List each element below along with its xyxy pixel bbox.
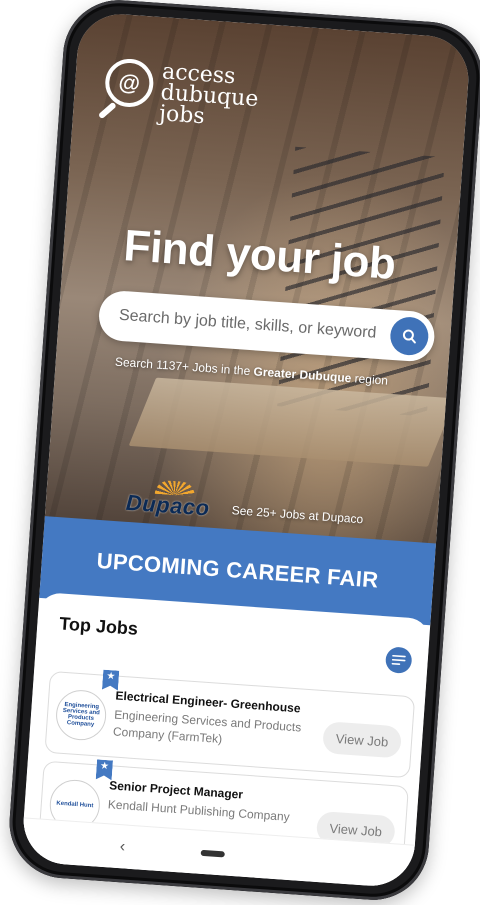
search-icon <box>402 329 416 344</box>
back-button[interactable]: ‹ <box>119 838 126 856</box>
nav-spacer <box>300 859 316 860</box>
filter-button[interactable] <box>384 646 413 675</box>
home-button[interactable] <box>200 849 225 857</box>
view-job-button[interactable]: View Job <box>322 721 403 759</box>
featured-star-icon: ★ <box>102 670 119 691</box>
phone-screen: @ access dubuque jobs Find your job Sear… <box>20 11 472 889</box>
featured-star-icon: ★ <box>96 759 113 780</box>
logo-mark-glyph: @ <box>117 69 141 96</box>
magnifier-at-icon: @ <box>97 57 155 120</box>
company-logo: Engineering Services and Products Compan… <box>54 688 108 742</box>
phone-frame: @ access dubuque jobs Find your job Sear… <box>5 0 480 904</box>
logo-wordmark: access dubuque jobs <box>158 59 261 131</box>
career-fair-title: UPCOMING CAREER FAIR <box>95 547 380 593</box>
site-logo[interactable]: @ access dubuque jobs <box>97 57 261 131</box>
filter-lines-icon <box>391 654 406 666</box>
search-button[interactable] <box>389 315 430 357</box>
top-jobs-title: Top Jobs <box>58 613 139 639</box>
hero-section: @ access dubuque jobs Find your job Sear… <box>43 11 472 558</box>
sponsor-logo: Dupaco <box>125 479 219 522</box>
job-count-suffix: region <box>350 371 389 388</box>
top-jobs-panel: Top Jobs Engineering Services and Produc… <box>20 591 431 889</box>
search-input[interactable] <box>116 305 392 345</box>
